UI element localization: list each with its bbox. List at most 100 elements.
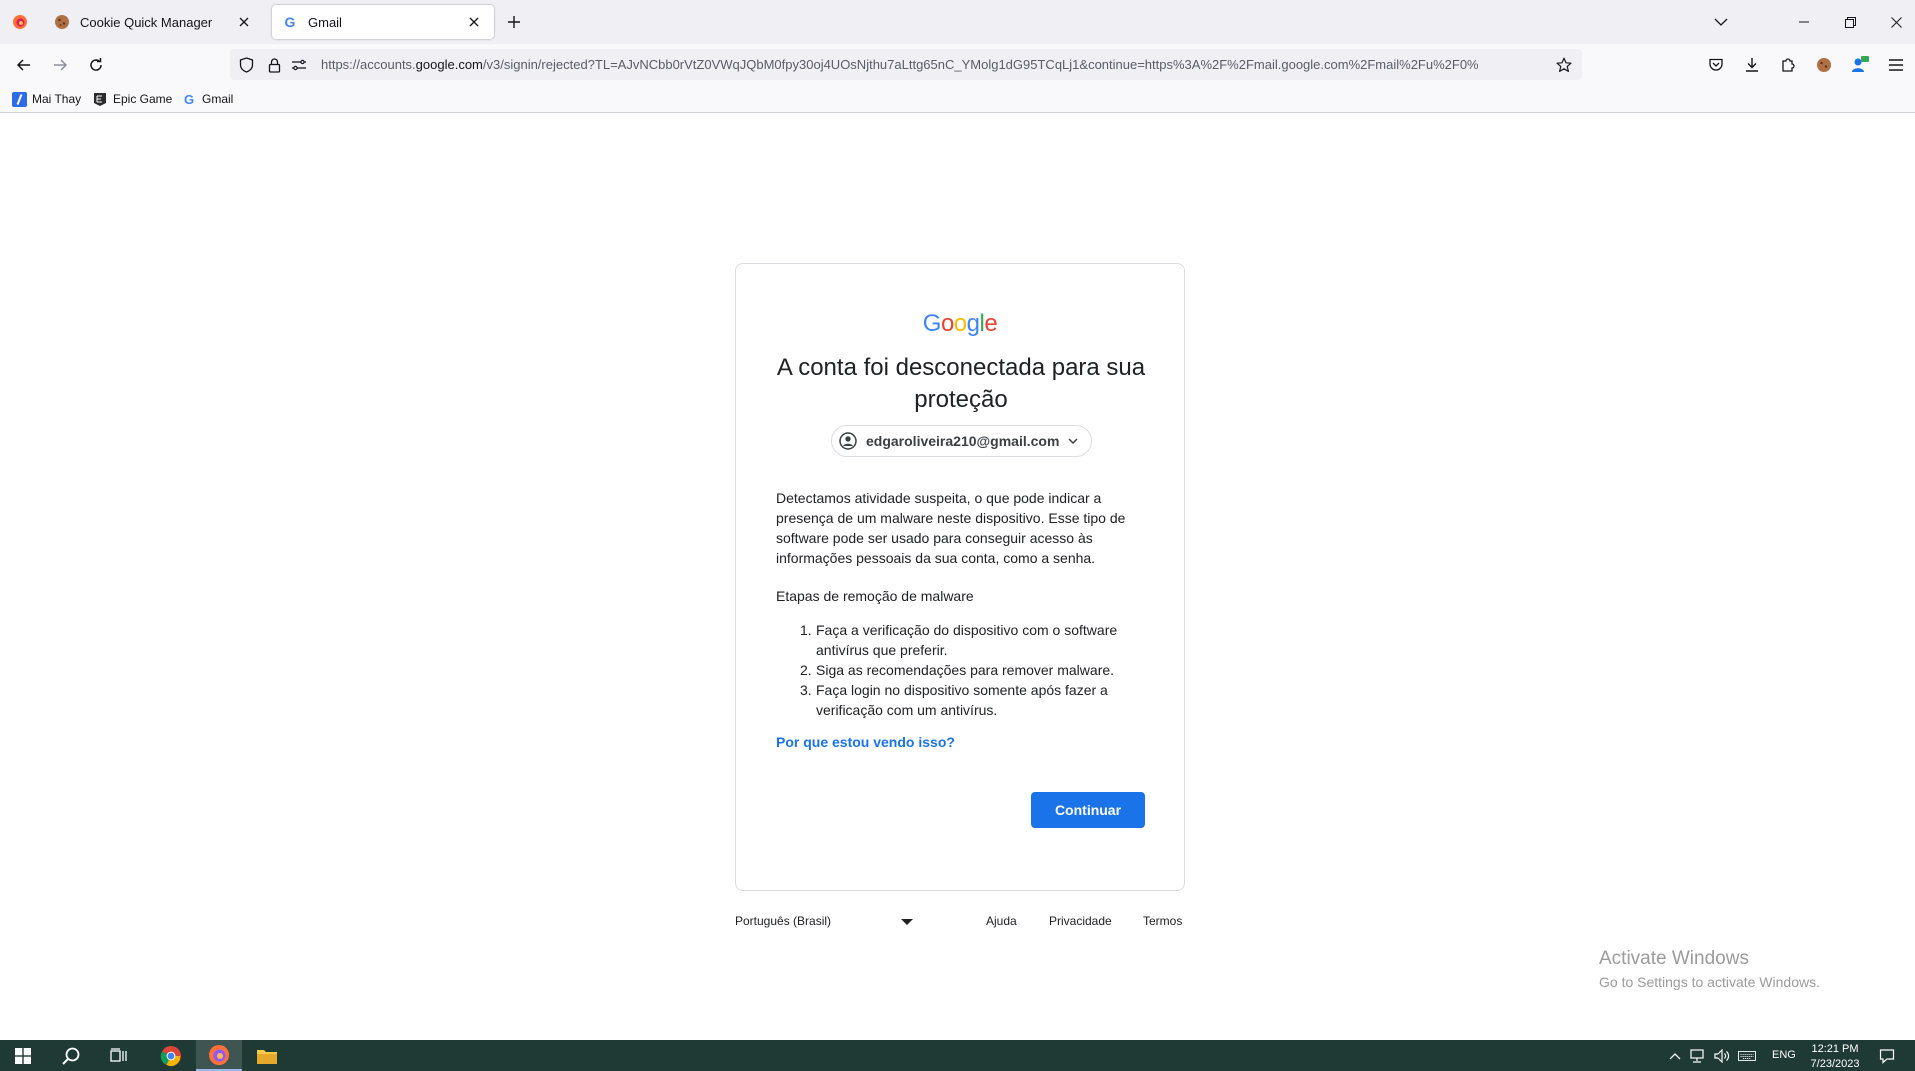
logo-letter: e <box>984 310 998 337</box>
hamburger-menu-icon <box>1889 59 1903 71</box>
network-icon[interactable] <box>1689 1047 1707 1065</box>
bookmark-gmail[interactable]: G Gmail <box>181 90 233 108</box>
task-view-button[interactable] <box>96 1040 142 1071</box>
steps-title: Etapas de remoção de malware <box>776 588 974 604</box>
notifications-icon[interactable] <box>1878 1047 1896 1065</box>
close-icon <box>1890 16 1902 28</box>
download-icon <box>1746 58 1758 72</box>
privacy-link[interactable]: Privacidade <box>1049 914 1112 928</box>
list-item: 2. Siga as recomendações para remover mal… <box>800 662 1115 678</box>
epic-games-icon <box>92 91 108 107</box>
watermark-title: Activate Windows <box>1599 948 1749 969</box>
windows-logo-icon <box>15 1047 31 1064</box>
cookie-extension-button[interactable] <box>1810 51 1838 79</box>
terms-link[interactable]: Termos <box>1143 914 1182 928</box>
url-bar[interactable]: https://accounts.google.com/v3/signin/re… <box>230 49 1582 80</box>
bookmarks-toolbar: Mai Thay Epic Game G Gmail <box>0 85 1915 113</box>
chevron-down-icon <box>1714 18 1728 26</box>
bookmark-label: Epic Game <box>113 92 173 106</box>
windows-taskbar: ENG 12:21 PM 7/23/2023 <box>0 1040 1915 1071</box>
chevron-down-icon <box>1065 433 1081 449</box>
shield-icon[interactable] <box>237 56 255 74</box>
activate-windows-watermark: Activate Windows Go to Settings to activ… <box>1599 948 1820 990</box>
cookie-icon <box>1817 58 1831 72</box>
pocket-icon <box>1709 58 1723 71</box>
signin-card: Google A conta foi desconectada para sua… <box>735 263 1185 891</box>
reload-icon <box>90 58 102 71</box>
puzzle-icon <box>1782 58 1795 72</box>
list-all-tabs-button[interactable] <box>1698 0 1744 44</box>
logo-letter: o <box>953 310 967 337</box>
chrome-icon <box>160 1045 181 1066</box>
account-email: edgaroliveira210@gmail.com <box>866 433 1060 449</box>
list-item: 1. Faça a verificação do dispositivo com … <box>800 622 1118 658</box>
volume-icon[interactable] <box>1713 1047 1731 1065</box>
account-chip[interactable]: edgaroliveira210@gmail.com <box>831 425 1093 457</box>
logo-letter: o <box>940 310 954 337</box>
google-g-icon: G <box>282 14 298 30</box>
close-tab-icon[interactable] <box>234 12 254 32</box>
dropdown-arrow-icon <box>901 919 913 925</box>
new-tab-button[interactable] <box>502 10 526 34</box>
tab-cookie-quick-manager[interactable]: Cookie Quick Manager <box>44 5 264 39</box>
close-tab-icon[interactable] <box>464 12 484 32</box>
tab-gmail[interactable]: G Gmail <box>272 5 494 39</box>
svg-text:G: G <box>184 92 194 106</box>
bookmark-label: Gmail <box>202 92 234 106</box>
why-am-i-seeing-this-link[interactable]: Por que estou vendo isso? <box>776 734 955 750</box>
arrow-right-icon <box>54 59 68 71</box>
pocket-button[interactable] <box>1702 51 1730 79</box>
firefox-view-button[interactable] <box>6 8 34 36</box>
folder-icon <box>257 1049 277 1064</box>
bookmark-epic-game[interactable]: Epic Game <box>92 90 172 108</box>
system-clock[interactable]: 12:21 PM 7/23/2023 <box>1800 1042 1870 1071</box>
svg-text:G: G <box>285 14 296 30</box>
logo-letter: G <box>922 310 942 337</box>
slash-bookmark-icon <box>11 91 27 107</box>
firefox-icon <box>209 1044 229 1065</box>
app-menu-button[interactable] <box>1882 51 1910 79</box>
close-window-button[interactable] <box>1873 0 1915 44</box>
file-explorer-taskbar-button[interactable] <box>244 1040 290 1071</box>
profile-extension-button[interactable] <box>1846 51 1874 79</box>
firefox-taskbar-button[interactable] <box>196 1040 242 1071</box>
clock-date: 7/23/2023 <box>1810 1058 1860 1070</box>
continue-button[interactable]: Continuar <box>1031 792 1145 828</box>
cookie-icon <box>54 14 70 30</box>
start-button[interactable] <box>0 1040 46 1071</box>
restore-icon <box>1844 16 1856 28</box>
back-button[interactable] <box>10 51 38 79</box>
permissions-icon[interactable] <box>290 56 308 74</box>
input-language-indicator[interactable]: ENG <box>1772 1049 1796 1061</box>
page-title: A conta foi desconectada para sua proteç… <box>776 354 1146 413</box>
extensions-button[interactable] <box>1774 51 1802 79</box>
malware-removal-steps: 1. Faça a verificação do dispositivo com … <box>776 620 1146 720</box>
bookmark-mai-thay[interactable]: Mai Thay <box>11 90 81 108</box>
reload-button[interactable] <box>82 51 110 79</box>
forward-button[interactable] <box>46 51 74 79</box>
bookmark-label: Mai Thay <box>32 92 82 106</box>
lock-icon[interactable] <box>265 56 283 74</box>
clock-time: 12:21 PM <box>1811 1043 1859 1055</box>
search-icon <box>62 1047 80 1065</box>
star-bookmark-icon[interactable] <box>1555 56 1573 74</box>
search-button[interactable] <box>48 1040 94 1071</box>
tab-title: Gmail <box>308 14 342 30</box>
minimize-icon <box>1799 21 1809 23</box>
list-item: 3. Faça login no dispositivo somente após… <box>800 682 1108 718</box>
navigation-toolbar: https://accounts.google.com/v3/signin/re… <box>0 44 1915 85</box>
minimize-button[interactable] <box>1781 0 1827 44</box>
task-view-icon <box>110 1047 127 1062</box>
page-footer: Português (Brasil) Ajuda Privacidade Ter… <box>735 910 1185 934</box>
chrome-taskbar-button[interactable] <box>148 1040 194 1071</box>
keyboard-icon[interactable] <box>1738 1047 1756 1065</box>
show-hidden-icons-icon[interactable] <box>1666 1047 1684 1065</box>
restore-button[interactable] <box>1827 0 1873 44</box>
tab-bar: Cookie Quick Manager G Gmail <box>0 0 1915 44</box>
downloads-button[interactable] <box>1738 51 1766 79</box>
help-link[interactable]: Ajuda <box>986 914 1017 928</box>
account-circle-icon <box>838 431 858 451</box>
language-label: Português (Brasil) <box>735 914 832 928</box>
google-logo: Google <box>736 310 1184 338</box>
url-text[interactable]: https://accounts.google.com/v3/signin/re… <box>321 57 1543 73</box>
